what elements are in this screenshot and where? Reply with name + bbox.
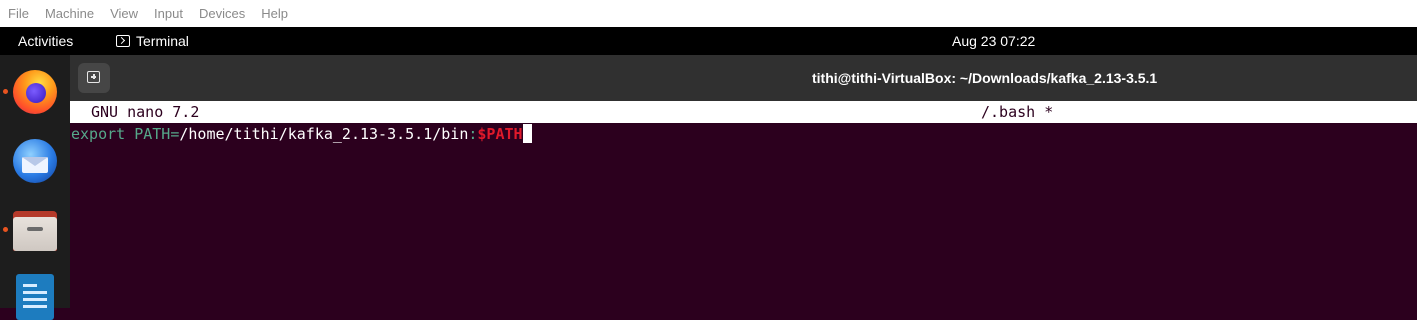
editor-line[interactable]: export PATH=/home/tithi/kafka_2.13-3.5.1…	[71, 123, 532, 145]
nano-version: GNU nano 7.2	[91, 103, 200, 121]
menu-input[interactable]: Input	[146, 0, 191, 27]
terminal-header-bar: tithi@tithi-VirtualBox: ~/Downloads/kafk…	[70, 55, 1417, 101]
keyword-export: export	[71, 125, 126, 143]
app-menu-label: Terminal	[136, 33, 189, 49]
menu-help[interactable]: Help	[253, 0, 296, 27]
window-title: tithi@tithi-VirtualBox: ~/Downloads/kafk…	[812, 70, 1158, 86]
nano-editor[interactable]: export PATH=/home/tithi/kafka_2.13-3.5.1…	[70, 123, 1417, 308]
variable-reference: $PATH	[477, 125, 523, 143]
menu-devices[interactable]: Devices	[191, 0, 253, 27]
menu-file[interactable]: File	[0, 0, 37, 27]
new-tab-button[interactable]	[78, 63, 110, 93]
terminal-icon	[116, 35, 130, 47]
firefox-icon[interactable]	[10, 67, 60, 117]
running-indicator	[3, 227, 8, 232]
menu-machine[interactable]: Machine	[37, 0, 102, 27]
files-icon[interactable]	[10, 205, 60, 255]
text-cursor	[522, 124, 532, 143]
thunderbird-icon[interactable]	[10, 135, 60, 185]
nano-filename: /.bash *	[981, 103, 1054, 121]
gnome-top-bar: Activities Terminal Aug 23 07:22	[0, 27, 1417, 55]
virtualbox-menu-bar: File Machine View Input Devices Help	[0, 0, 1417, 27]
libreoffice-writer-icon[interactable]	[10, 270, 60, 320]
menu-view[interactable]: View	[102, 0, 146, 27]
clock[interactable]: Aug 23 07:22	[952, 27, 1035, 55]
path-value: /home/tithi/kafka_2.13-3.5.1/bin	[179, 125, 469, 143]
app-menu-terminal[interactable]: Terminal	[116, 27, 189, 55]
activities-button[interactable]: Activities	[18, 27, 73, 55]
variable-name: PATH	[125, 125, 171, 143]
nano-title-bar: GNU nano 7.2 /.bash *	[70, 101, 1417, 123]
dock	[0, 55, 70, 320]
new-tab-icon	[87, 71, 100, 83]
running-indicator	[3, 89, 8, 94]
